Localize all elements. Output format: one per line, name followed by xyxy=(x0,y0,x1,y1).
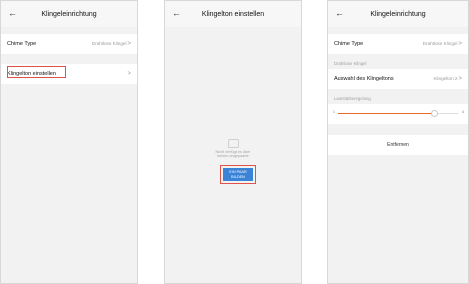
screen-ringtone-setting: ← Klingelton einstellen Nicht verfügt es… xyxy=(164,0,302,284)
empty-box-icon xyxy=(227,139,239,148)
remove-button[interactable]: Entfernen xyxy=(328,135,468,155)
chime-type-row[interactable]: Chime Type Drahtlose Klingel> xyxy=(328,34,468,54)
section-label-volume: Lautstärkeregelung xyxy=(334,96,371,101)
chime-type-row[interactable]: Chime Type Drahtlose Klingel> xyxy=(1,34,137,54)
volume-panel xyxy=(328,104,468,124)
page-title: Klingeleinrichtung xyxy=(370,10,426,18)
header: ← Klingeleinrichtung xyxy=(328,1,468,27)
chevron-right-icon: > xyxy=(458,41,462,47)
back-arrow-icon[interactable]: ← xyxy=(335,7,344,19)
back-arrow-icon[interactable]: ← xyxy=(8,7,17,19)
chime-type-label: Chime Type xyxy=(7,41,37,47)
ringtone-select-label: Auswahl des Klingeltons xyxy=(334,76,394,82)
empty-state-text: Nicht verfügt es über keinen angepaarte xyxy=(215,150,251,159)
chevron-right-icon: > xyxy=(127,71,131,77)
volume-slider-handle[interactable] xyxy=(430,110,438,117)
header: ← Klingelton einstellen xyxy=(165,1,301,27)
highlight-box xyxy=(220,165,256,184)
header: ← Klingeleinrichtung xyxy=(1,1,137,27)
chevron-right-icon: > xyxy=(127,41,131,47)
screen-chime-settings: ← Klingeleinrichtung Chime Type Drahtlos… xyxy=(0,0,138,284)
chime-type-label: Chime Type xyxy=(334,41,364,47)
volume-min-label: 1 xyxy=(333,110,335,114)
section-label-wireless: Drahtlose Klingel xyxy=(334,61,367,66)
page-title: Klingelton einstellen xyxy=(201,10,265,18)
back-arrow-icon[interactable]: ← xyxy=(172,7,181,19)
ringtone-select-value: Klingelton 2 xyxy=(433,76,458,81)
volume-slider[interactable] xyxy=(338,110,458,117)
chime-type-value: Drahtlose Klingel xyxy=(91,41,127,46)
ringtone-select-row[interactable]: Auswahl des Klingeltons Klingelton 2> xyxy=(328,69,468,89)
volume-max-label: 4 xyxy=(462,110,464,114)
volume-slider-fill xyxy=(338,113,434,114)
chevron-right-icon: > xyxy=(458,76,462,82)
screen-chime-settings-paired: ← Klingeleinrichtung Chime Type Drahtlos… xyxy=(327,0,469,284)
empty-state: Nicht verfügt es über keinen angepaarte xyxy=(165,139,301,159)
page-title: Klingeleinrichtung xyxy=(41,10,97,18)
highlight-box xyxy=(7,66,66,78)
chime-type-value: Drahtlose Klingel xyxy=(422,41,458,46)
